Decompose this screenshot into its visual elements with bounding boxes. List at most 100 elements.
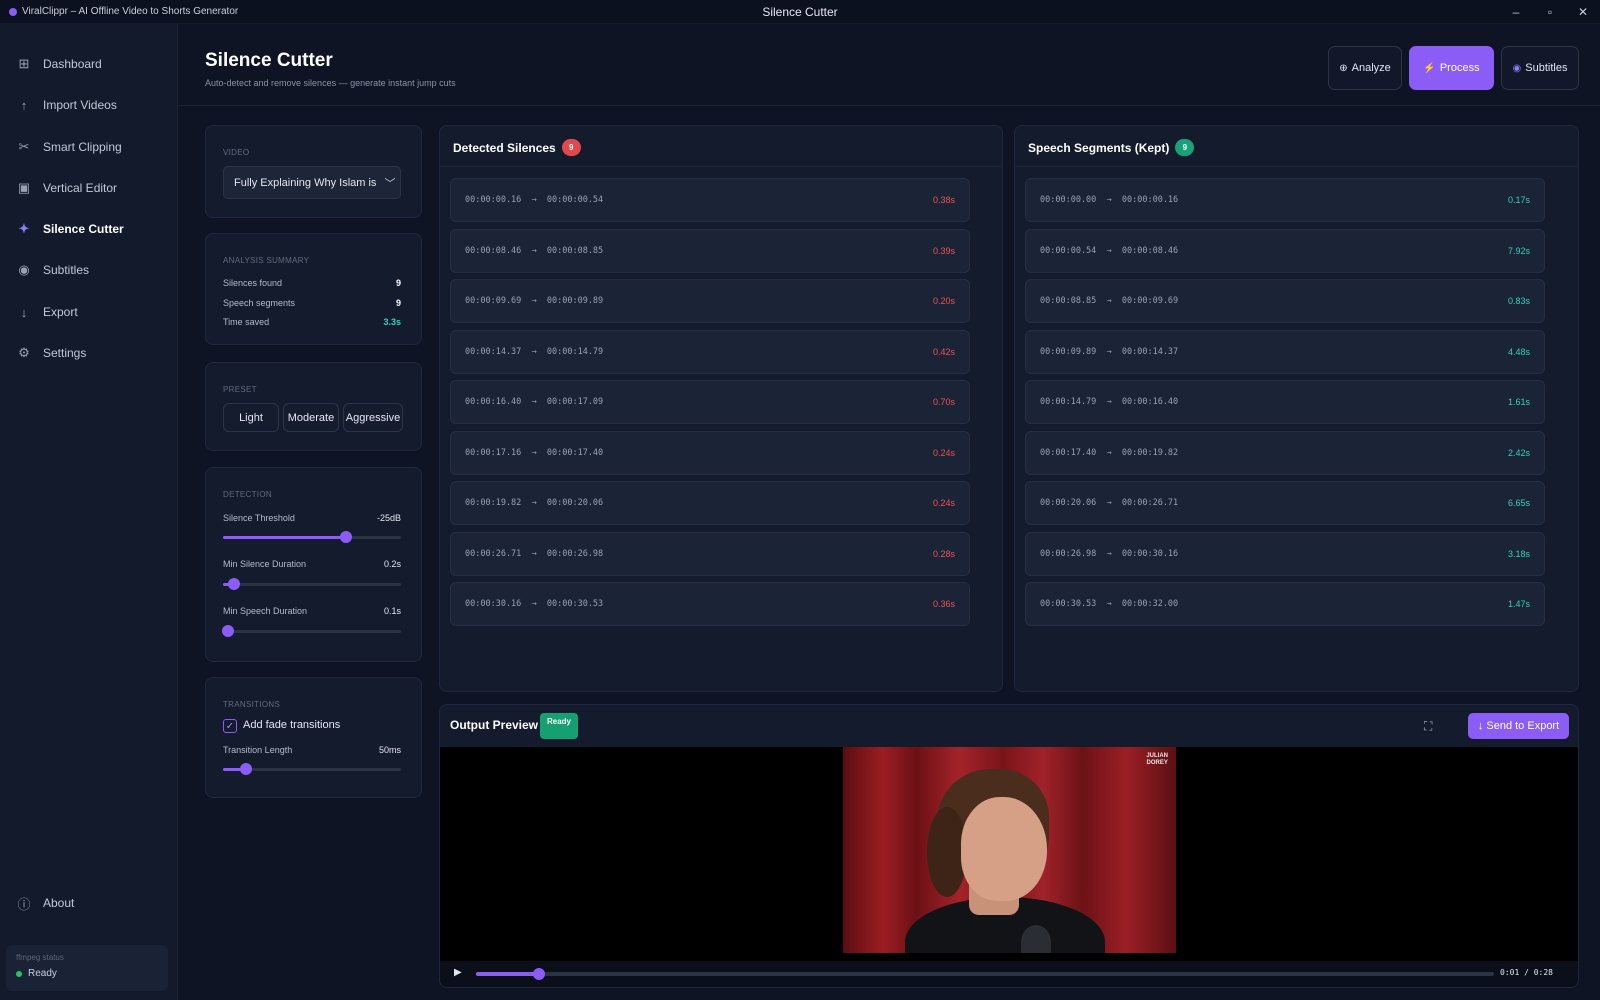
silence-row[interactable]: 00:00:09.69 → 00:00:09.89 0.20s [450,279,970,323]
detected-silences-label: Detected Silences [453,140,556,155]
ffmpeg-status-card: ffmpeg status Ready [6,945,168,991]
silence-row[interactable]: 00:00:19.82 → 00:00:20.06 0.24s [450,481,970,525]
segment-row[interactable]: 00:00:08.85 → 00:00:09.69 0.83s [1025,279,1545,323]
video-select[interactable]: Fully Explaining Why Islam is ﹀ [223,166,401,199]
slider-handle[interactable] [240,763,253,775]
silence-row[interactable]: 00:00:14.37 → 00:00:14.79 0.42s [450,329,970,374]
play-icon[interactable]: ▶ [454,967,462,978]
segment-row[interactable]: 00:00:00.54 → 00:00:08.46 7.92s [1025,228,1545,273]
video-player[interactable]: JULIAN DOREY [440,747,1578,961]
silence-threshold-row: Silence Threshold -25dB [223,513,401,523]
time-range: 00:00:14.79 → 00:00:16.40 [1040,397,1179,407]
preset-light-button[interactable]: Light [223,403,279,432]
speech-segments-label: Speech segments [223,298,296,308]
min-speech-value: 0.1s [383,606,401,616]
video-frame: JULIAN DOREY [843,747,1176,953]
ffmpeg-status-label: ffmpeg status [16,953,64,962]
sidebar-item-label: Subtitles [43,263,90,277]
gear-icon: ⚙ [18,345,30,360]
sidebar-item-settings[interactable]: ⚙ Settings [0,335,178,371]
duration: 0.83s [1507,296,1530,306]
segment-row[interactable]: 00:00:00.00 → 00:00:00.16 0.17s [1025,178,1545,222]
slider-handle[interactable] [222,625,235,637]
silence-row[interactable]: 00:00:30.16 → 00:00:30.53 0.36s [450,582,970,626]
detection-caption: DETECTION [223,490,272,499]
seek-handle[interactable] [533,968,546,980]
time-range: 00:00:19.82 → 00:00:20.06 [465,498,604,508]
segment-row[interactable]: 00:00:30.53 → 00:00:32.00 1.47s [1025,582,1545,626]
slider-handle[interactable] [339,531,352,543]
video-card: VIDEO Fully Explaining Why Islam is ﹀ [205,125,422,218]
sidebar-item-subtitles[interactable]: ◉ Subtitles [0,252,178,288]
sidebar-item-silence-cutter[interactable]: ✦ Silence Cutter [0,211,178,247]
transitions-card: TRANSITIONS ✓ Add fade transitions Trans… [205,677,422,798]
sidebar-item-vertical-editor[interactable]: ▣ Vertical Editor [0,170,178,206]
seek-bar[interactable] [476,968,1494,980]
duration: 1.47s [1507,599,1530,609]
segments-count-badge: 9 [1175,139,1195,156]
duration: 0.24s [932,498,955,508]
silence-row[interactable]: 00:00:17.16 → 00:00:17.40 0.24s [450,430,970,475]
fade-transitions-checkbox[interactable]: ✓ [223,719,237,733]
video-select-value: Fully Explaining Why Islam is [234,176,377,189]
silence-row[interactable]: 00:00:08.46 → 00:00:08.85 0.39s [450,228,970,273]
send-to-export-button[interactable]: ↓ Send to Export [1468,713,1569,739]
duration: 0.70s [932,397,955,407]
detected-silences-title: Detected Silences 9 [453,139,581,156]
segment-row[interactable]: 00:00:26.98 → 00:00:30.16 3.18s [1025,531,1545,576]
ffmpeg-status: Ready [16,968,158,979]
sidebar-item-export[interactable]: ↓ Export [0,294,178,330]
analyze-button[interactable]: ⊕ Analyze [1328,46,1402,90]
time-saved-row: Time saved 3.3s [223,317,401,327]
app-logo-icon [9,7,17,16]
min-silence-row: Min Silence Duration 0.2s [223,559,401,569]
duration: 0.38s [932,195,955,205]
lightning-icon: ⚡ [1423,62,1436,74]
time-range: 00:00:30.16 → 00:00:30.53 [465,599,604,609]
sidebar-item-import-videos[interactable]: ↑ Import Videos [0,87,178,123]
time-range: 00:00:08.85 → 00:00:09.69 [1040,296,1179,306]
app-title: ViralClippr – AI Offline Video to Shorts… [22,6,239,17]
speech-segments-label: Speech Segments (Kept) [1028,140,1170,155]
sidebar-item-dashboard[interactable]: ⊞ Dashboard [0,46,178,82]
preset-moderate-button[interactable]: Moderate [283,403,339,432]
segment-row[interactable]: 00:00:17.40 → 00:00:19.82 2.42s [1025,430,1545,475]
sidebar-item-label: Export [43,305,78,319]
process-button[interactable]: ⚡ Process [1409,46,1494,90]
transitions-caption: TRANSITIONS [223,700,281,709]
preset-aggressive-button[interactable]: Aggressive [343,403,403,432]
time-saved-value: 3.3s [383,317,401,327]
grid-icon: ⊞ [18,56,30,71]
close-icon[interactable]: ✕ [1566,0,1600,24]
minimize-icon[interactable]: – [1499,0,1533,24]
silence-row[interactable]: 00:00:16.40 → 00:00:17.09 0.70s [450,380,970,424]
silence-threshold-value: -25dB [376,513,401,523]
slider-handle[interactable] [227,578,240,590]
output-preview-panel: Output Preview Ready ⛶ ↓ Send to Export … [439,704,1579,988]
status-dot-icon [16,970,22,977]
video-watermark: JULIAN DOREY [1146,753,1168,766]
segment-row[interactable]: 00:00:14.79 → 00:00:16.40 1.61s [1025,380,1545,424]
silence-row[interactable]: 00:00:26.71 → 00:00:26.98 0.28s [450,531,970,576]
subtitles-button[interactable]: ◉ Subtitles [1501,46,1579,90]
page-subtitle: Auto-detect and remove silences — genera… [205,78,456,88]
sidebar-item-about[interactable]: ⓘ About [0,885,178,921]
silence-threshold-slider[interactable] [223,531,401,543]
min-speech-slider[interactable] [222,625,401,637]
segment-row[interactable]: 00:00:09.89 → 00:00:14.37 4.48s [1025,329,1545,374]
page-header: Silence Cutter Auto-detect and remove si… [179,24,1600,106]
info-icon: ⓘ [17,896,31,912]
maximize-icon[interactable]: ▫ [1533,0,1567,24]
fade-transitions-label: Add fade transitions [243,719,341,731]
min-silence-slider[interactable] [223,578,401,590]
fullscreen-icon[interactable]: ⛶ [1424,719,1432,734]
sidebar-item-smart-clipping[interactable]: ✂ Smart Clipping [0,129,178,165]
time-range: 00:00:08.46 → 00:00:08.85 [465,245,604,256]
segment-row[interactable]: 00:00:20.06 → 00:00:26.71 6.65s [1025,481,1545,525]
time-range: 00:00:17.16 → 00:00:17.40 [465,447,604,458]
status-badge: Ready [540,713,578,739]
transition-length-slider[interactable] [223,763,401,775]
time-display: 0:01 / 0:28 [1500,968,1553,977]
silence-row[interactable]: 00:00:00.16 → 00:00:00.54 0.38s [450,178,970,222]
time-range: 00:00:00.54 → 00:00:08.46 [1040,245,1179,256]
